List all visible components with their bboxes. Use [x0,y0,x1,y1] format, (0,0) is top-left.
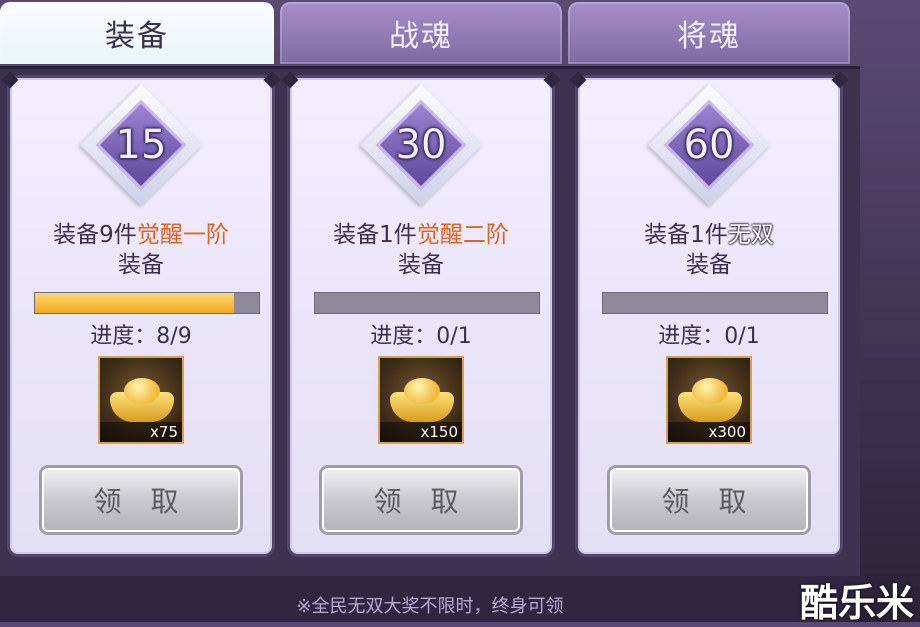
task-description: 装备1件无双 [644,222,774,248]
progress-text: 进度：0/1 [370,324,472,349]
gold-ingot-reward[interactable]: x300 [666,356,752,444]
progress-bar [34,292,260,314]
tab-bar: 装备 战魂 将魂 [0,0,860,66]
level-number: 30 [395,122,447,168]
claim-button[interactable]: 领 取 [42,468,240,532]
footer-note: ※全民无双大奖不限时，终身可领 [296,596,564,617]
gold-ingot-reward[interactable]: x75 [98,356,184,444]
reward-card-3: 60 装备1件无双 装备 进度：0/1 x300 领 取 [578,78,840,554]
task-highlight: 觉醒二阶 [416,222,509,248]
level-badge: 15 [80,84,202,206]
claim-button[interactable]: 领 取 [610,468,808,532]
progress-text: 进度：0/1 [658,324,760,349]
task-description-line2: 装备 [118,252,164,278]
level-badge: 30 [360,84,482,206]
task-description: 装备1件觉醒二阶 [333,222,509,248]
progress-text: 进度：8/9 [90,324,192,349]
task-description: 装备9件觉醒一阶 [53,222,229,248]
progress-bar-fill [35,293,235,313]
tab-general-soul[interactable]: 将魂 [568,2,850,64]
progress-bar [602,292,828,314]
reward-card-2: 30 装备1件觉醒二阶 装备 进度：0/1 x150 领 取 [290,78,552,554]
reward-quantity: x300 [668,422,750,442]
gold-ingot-reward[interactable]: x150 [378,356,464,444]
tab-war-soul[interactable]: 战魂 [280,2,562,64]
level-number: 15 [115,122,167,168]
tab-equipment[interactable]: 装备 [0,2,274,64]
progress-bar [314,292,540,314]
task-description-line2: 装备 [398,252,444,278]
level-number: 60 [683,122,735,168]
reward-quantity: x150 [380,422,462,442]
task-description-line2: 装备 [686,252,732,278]
reward-quantity: x75 [100,422,182,442]
claim-button[interactable]: 领 取 [322,468,520,532]
task-highlight: 觉醒一阶 [136,222,229,248]
watermark-logo: 酷乐米 [799,581,914,625]
task-highlight: 无双 [727,222,774,248]
level-badge: 60 [648,84,770,206]
reward-card-1: 15 装备9件觉醒一阶 装备 进度：8/9 x75 领 取 [10,78,272,554]
